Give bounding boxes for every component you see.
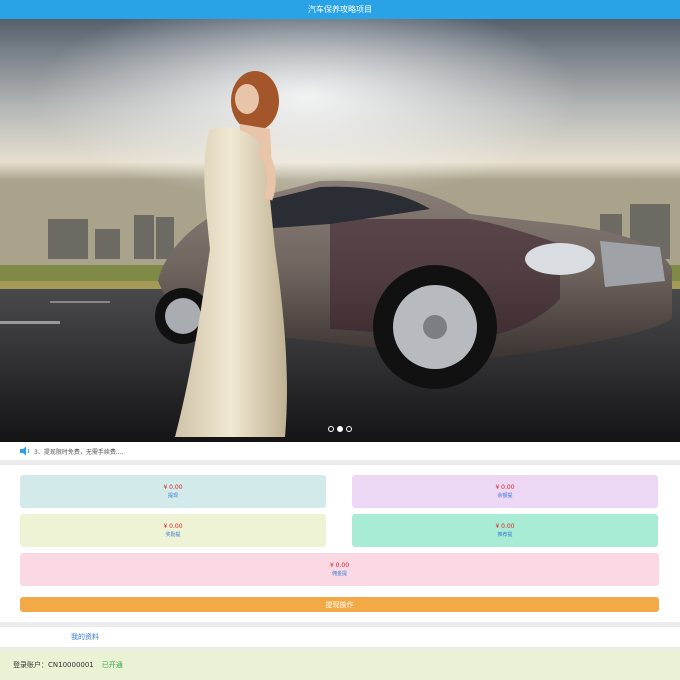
carousel-indicators [0,426,680,432]
tab-my-profile[interactable]: 我的资料 [71,632,99,642]
carousel-dot-active[interactable] [337,426,343,432]
commission-withdraw-card[interactable]: ¥ 0.00 佣金提 [20,553,659,586]
amount: ¥ 0.00 [329,561,350,569]
reward-withdraw-card[interactable]: ¥ 0.00 奖励提 [20,514,326,547]
withdraw-action-button[interactable]: 提现操作 [20,597,659,612]
referral-withdraw-card[interactable]: ¥ 0.00 推荐提 [352,514,658,547]
carousel-dot[interactable] [346,426,352,432]
amount: ¥ 0.00 [495,522,515,530]
speaker-icon [20,446,30,456]
amount: ¥ 0.00 [163,522,183,530]
carousel-dot[interactable] [328,426,334,432]
banner-carousel[interactable] [0,19,680,442]
card-label: 推荐提 [497,531,513,538]
page-title: 汽车保养攻略项目 [308,5,372,14]
card-label: 提现 [167,492,178,499]
balance-withdraw-card[interactable]: ¥ 0.00 余额提 [352,475,658,508]
account-status: 已开通 [101,661,123,669]
withdraw-card[interactable]: ¥ 0.00 提现 [20,475,326,508]
banner-image [0,19,680,442]
card-label: 余额提 [497,492,513,499]
notice-text: 3、提现限时免费，无需手续费.... [34,448,124,456]
amount: ¥ 0.00 [495,483,515,491]
account-label: 登录账户： [13,661,48,669]
card-label: 奖励提 [165,531,181,538]
divider [0,460,680,465]
account-id: CN10000001 [48,661,94,669]
notice-bar: 3、提现限时免费，无需手续费.... [0,442,680,460]
account-info: 登录账户： CN10000001 已开通 [0,650,680,680]
amount: ¥ 0.00 [163,483,183,491]
card-label: 佣金提 [331,570,347,577]
app-header: 汽车保养攻略项目 [0,0,680,19]
tab-bar: 我的资料 [0,627,680,647]
